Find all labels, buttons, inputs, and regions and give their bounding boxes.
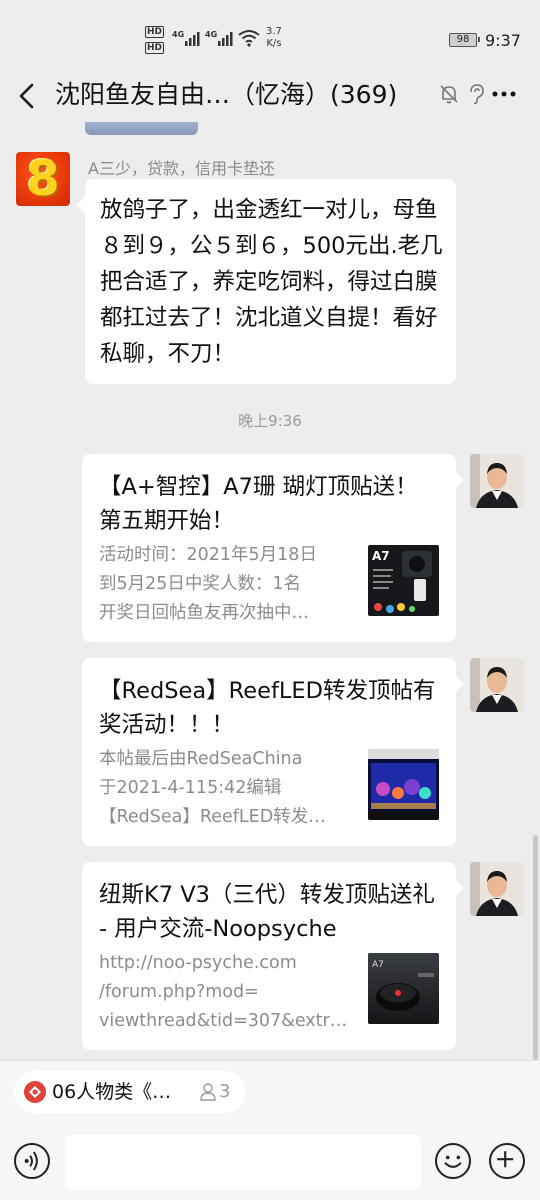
person-photo bbox=[470, 862, 524, 916]
link-card-title: 纽斯K7 V3（三代）转发顶贴送礼 - 用户交流-Noopsyche bbox=[99, 882, 435, 942]
link-card-description: http://noo-psyche.com /forum.php?mod= vi… bbox=[99, 953, 348, 1031]
clock: 9:37 bbox=[485, 31, 521, 50]
link-card-thumbnail bbox=[368, 749, 439, 820]
my-avatar[interactable] bbox=[470, 862, 524, 916]
my-avatar[interactable] bbox=[470, 658, 524, 712]
back-arrow-icon[interactable] bbox=[14, 80, 42, 112]
shared-link-card[interactable]: 纽斯K7 V3（三代）转发顶贴送礼 - 用户交流-Noopsyche http:… bbox=[82, 862, 464, 1050]
hd-badge: HD bbox=[145, 26, 165, 38]
network-type-label: 4G bbox=[205, 30, 217, 39]
topic-logo-icon bbox=[24, 1081, 46, 1103]
chat-scrollbar[interactable] bbox=[533, 835, 538, 1060]
link-card-description: 本帖最后由RedSeaChina 于2021-4-115:42编辑 【RedSe… bbox=[99, 749, 326, 827]
topic-label: 06人物类《… bbox=[52, 1081, 172, 1103]
time-separator: 晚上9:36 bbox=[238, 412, 302, 430]
network-speed: 3.7 K/s bbox=[266, 26, 282, 49]
chat-input-area: 06人物类《… 3 bbox=[0, 1060, 540, 1200]
message-input[interactable] bbox=[65, 1135, 421, 1189]
sender-name: A三少，贷款，信用卡垫还 bbox=[88, 159, 275, 178]
sender-avatar[interactable]: 8 bbox=[16, 152, 70, 206]
topic-participant-count: 3 bbox=[219, 1081, 231, 1102]
emoji-icon[interactable] bbox=[435, 1143, 471, 1179]
chat-header: 沈阳鱼友自由…（忆海）(369) bbox=[0, 70, 540, 122]
link-card-description: 活动时间：2021年5月18日 到5月25日中奖人数：1名 开奖日回帖鱼友再次抽… bbox=[99, 545, 317, 623]
thumbnail-label: A7 bbox=[372, 960, 384, 970]
shared-link-card[interactable]: 【RedSea】ReefLED转发顶帖有奖活动！！！ 本帖最后由RedSeaCh… bbox=[82, 658, 464, 846]
shared-link-card[interactable]: 【A+智控】A7珊 瑚灯顶贴送！第五期开始！ 活动时间：2021年5月18日 到… bbox=[82, 454, 464, 642]
hd-badge: HD bbox=[145, 42, 165, 54]
person-photo bbox=[470, 454, 524, 508]
person-photo bbox=[470, 658, 524, 712]
chat-title: 沈阳鱼友自由…（忆海）(369) bbox=[55, 80, 398, 109]
link-card-title: 【RedSea】ReefLED转发顶帖有奖活动！！！ bbox=[99, 678, 436, 738]
thumbnail-label: A7 bbox=[372, 549, 390, 563]
status-bar: HD HD 4G 4G 3.7 K/s 98 9:37 bbox=[0, 0, 540, 70]
voice-input-icon[interactable] bbox=[14, 1143, 50, 1179]
network-type-label: 4G bbox=[172, 30, 184, 39]
my-avatar[interactable] bbox=[470, 454, 524, 508]
wifi-icon bbox=[238, 30, 260, 47]
link-card-thumbnail: A7 bbox=[368, 953, 439, 1024]
message-text: 放鸽子了，出金透红一对儿，母鱼８到９，公５到６，500元出.老几把合适了，养定吃… bbox=[100, 197, 443, 367]
link-card-title: 【A+智控】A7珊 瑚灯顶贴送！第五期开始！ bbox=[99, 474, 418, 534]
previous-image-message[interactable] bbox=[85, 122, 198, 135]
incoming-message-bubble[interactable]: 放鸽子了，出金透红一对儿，母鱼８到９，公５到６，500元出.老几把合适了，养定吃… bbox=[77, 179, 456, 384]
plus-icon[interactable] bbox=[489, 1143, 525, 1179]
person-icon bbox=[200, 1083, 216, 1101]
mute-bell-icon bbox=[440, 85, 458, 104]
battery-icon: 98 bbox=[449, 33, 480, 47]
link-card-thumbnail: A7 bbox=[368, 545, 439, 616]
more-options-icon[interactable] bbox=[490, 83, 518, 105]
earpiece-icon bbox=[470, 84, 484, 105]
topic-chip[interactable]: 06人物类《… 3 bbox=[14, 1071, 246, 1113]
